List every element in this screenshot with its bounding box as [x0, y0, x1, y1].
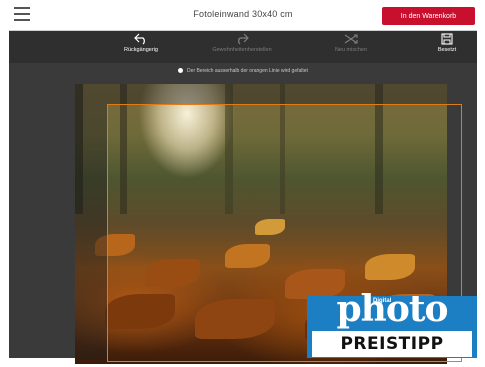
shuffle-button[interactable]: Neu mischen — [311, 33, 391, 53]
save-label: Besetzt — [437, 47, 457, 53]
redo-button[interactable]: Gewohnheitenherstellen — [202, 33, 282, 53]
fold-area-top — [75, 84, 447, 104]
undo-button[interactable]: Rückgängerig — [101, 33, 181, 53]
add-to-cart-button[interactable]: In den Warenkorb — [382, 7, 475, 25]
badge-digital: Digital — [373, 298, 392, 304]
badge-label: PREISTIPP — [312, 331, 472, 357]
redo-label: Gewohnheitenherstellen — [212, 47, 272, 53]
fold-hint: Der Bereich ausserhalb der orangen Linie… — [9, 68, 477, 74]
shuffle-icon — [344, 34, 358, 44]
save-button[interactable]: Besetzt — [407, 33, 485, 53]
badge-brand: photo — [336, 288, 449, 330]
top-bar: Fotoleinwand 30x40 cm In den Warenkorb — [9, 0, 477, 31]
editor-toolbar: Rückgängerig Gewohnheitenherstellen Neu … — [9, 31, 477, 63]
fold-hint-text: Der Bereich ausserhalb der orangen Linie… — [187, 68, 308, 74]
shuffle-label: Neu mischen — [334, 47, 368, 53]
fold-area-left — [75, 104, 107, 360]
redo-icon — [238, 33, 249, 45]
undo-icon — [134, 33, 145, 45]
info-dot-icon — [178, 68, 184, 74]
save-icon — [441, 33, 453, 45]
undo-label: Rückgängerig — [124, 47, 158, 53]
